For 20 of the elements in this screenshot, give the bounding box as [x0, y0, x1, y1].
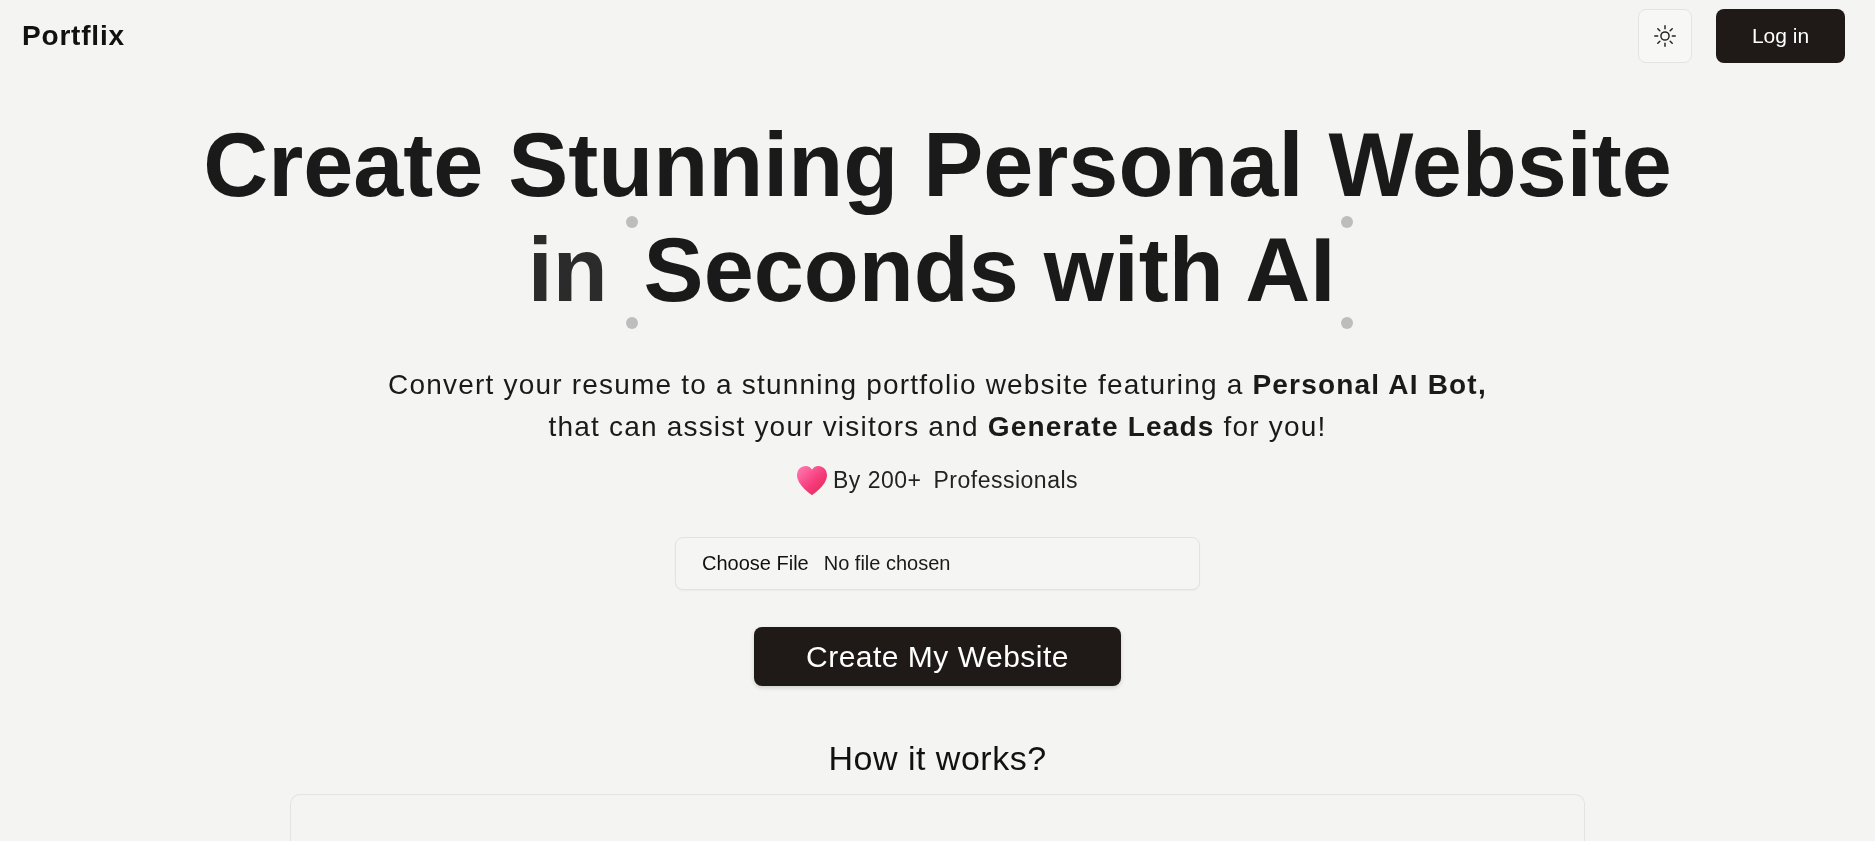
resize-handle-icon[interactable]: [1341, 317, 1354, 329]
create-website-button[interactable]: Create My Website: [754, 627, 1121, 686]
resize-handle-icon[interactable]: [1341, 216, 1354, 228]
headline-text: in: [527, 220, 608, 320]
section-heading: How it works?: [828, 738, 1047, 778]
file-status-text: No file chosen: [823, 552, 951, 575]
resize-handle-icon[interactable]: [625, 216, 638, 228]
professionals-label: Professionals: [933, 466, 1079, 495]
headline-highlight-text: Seconds with AI: [643, 220, 1336, 320]
theme-toggle-button[interactable]: [1638, 8, 1692, 63]
headline-text: Create Stunning Personal Website: [203, 115, 1672, 215]
heart-icon: [796, 465, 827, 495]
user-count-text: By 200+: [832, 466, 922, 495]
file-upload-field[interactable]: Choose File No file chosen: [675, 537, 1200, 590]
resize-handle-icon[interactable]: [625, 317, 638, 329]
choose-file-button[interactable]: Choose File: [702, 552, 809, 575]
subtitle-text: Convert your resume to a stunning portfolio website featuring a Personal AI Bot, that can assist your visitors and Generate Leads for you!: [388, 368, 1487, 444]
login-button[interactable]: Log in: [1716, 8, 1845, 63]
brand-logo[interactable]: Portflix: [22, 19, 125, 52]
sun-icon: [1654, 24, 1676, 47]
